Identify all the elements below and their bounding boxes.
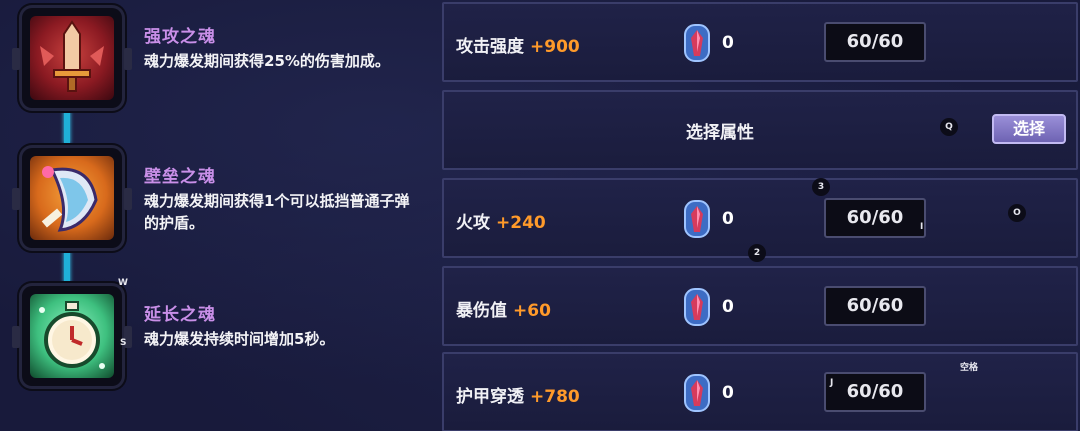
attribute-value: 60/60 (824, 198, 926, 238)
skill-name: 壁垒之魂 (144, 167, 216, 187)
skill-connector (64, 250, 70, 284)
crystal-icon (684, 24, 710, 62)
skill-description: 魂力爆发期间获得1个可以抵挡普通子弹的护盾。 (144, 192, 410, 232)
skill-icon-frame (12, 286, 132, 386)
attribute-bonus: +240 (496, 213, 546, 233)
crystal-count: 0 (722, 209, 734, 229)
attribute-label: 攻击强度 +900 (456, 32, 580, 57)
frame-tab (124, 48, 132, 70)
key-hint-3: 3 (812, 178, 830, 196)
skill-item-assault[interactable]: 强攻之魂 魂力爆发期间获得25%的伤害加成。 (12, 2, 424, 112)
skill-item-extend[interactable]: 延长之魂 魂力爆发持续时间增加5秒。 (12, 280, 424, 390)
shield-icon (30, 156, 114, 240)
attribute-panel: 攻击强度 +900 0 60/60 选择属性 选择 Q 火攻 +240 0 60… (432, 0, 1080, 431)
key-hint-o: O (1008, 204, 1026, 222)
attribute-label: 暴伤值 +60 (456, 296, 551, 321)
attribute-value: 60/60 (824, 372, 926, 412)
stopwatch-icon (30, 294, 114, 378)
key-hint-s: S (120, 338, 127, 348)
attribute-row-armor-pierce[interactable]: 护甲穿透 +780 0 60/60 J 空格 (442, 352, 1078, 431)
sword-icon (30, 16, 114, 100)
attribute-name: 护甲穿透 (456, 387, 524, 407)
frame-tab (12, 326, 20, 348)
key-hint-j: J (830, 378, 834, 388)
crystal-count: 0 (722, 297, 734, 317)
skill-icon-frame (12, 148, 132, 248)
frame-tab (124, 188, 132, 210)
game-screen: 强攻之魂 魂力爆发期间获得25%的伤害加成。 壁垒之魂 魂力爆发期间获得1个可以… (0, 0, 1080, 431)
attribute-bonus: +900 (530, 37, 580, 57)
attribute-row-crit-damage[interactable]: 暴伤值 +60 0 60/60 (442, 266, 1078, 346)
skill-icon-frame (12, 8, 132, 108)
crystal-count: 0 (722, 33, 734, 53)
frame-tab (12, 188, 20, 210)
attribute-value: 60/60 (824, 22, 926, 62)
attribute-name: 攻击强度 (456, 37, 524, 57)
attribute-select-row: 选择属性 选择 Q (442, 90, 1078, 170)
attribute-row-attack[interactable]: 攻击强度 +900 0 60/60 (442, 2, 1078, 82)
attribute-bonus: +780 (530, 387, 580, 407)
soul-skill-panel: 强攻之魂 魂力爆发期间获得25%的伤害加成。 壁垒之魂 魂力爆发期间获得1个可以… (0, 0, 430, 431)
skill-name: 强攻之魂 (144, 27, 216, 47)
attribute-label: 火攻 +240 (456, 208, 546, 233)
key-hint-q: Q (940, 118, 958, 136)
crystal-icon (684, 288, 710, 326)
key-hint-space: 空格 (960, 363, 979, 373)
crystal-count: 0 (722, 383, 734, 403)
attribute-name: 暴伤值 (456, 301, 507, 321)
skill-name: 延长之魂 (144, 305, 216, 325)
crystal-icon (684, 200, 710, 238)
key-hint-i: I (920, 222, 924, 232)
skill-item-bulwark[interactable]: 壁垒之魂 魂力爆发期间获得1个可以抵挡普通子弹的护盾。 (12, 142, 424, 252)
frame-tab (12, 48, 20, 70)
attribute-value: 60/60 (824, 286, 926, 326)
attribute-label: 护甲穿透 +780 (456, 382, 580, 407)
skill-connector (64, 110, 70, 144)
crystal-icon (684, 374, 710, 412)
attribute-name: 火攻 (456, 213, 490, 233)
select-attribute-prompt: 选择属性 (686, 123, 754, 143)
skill-description: 魂力爆发期间获得25%的伤害加成。 (144, 52, 390, 70)
attribute-bonus: +60 (513, 301, 551, 321)
select-button[interactable]: 选择 (992, 114, 1066, 144)
key-hint-w: W (118, 278, 128, 288)
attribute-row-fire[interactable]: 火攻 +240 0 60/60 3 O I 2 (442, 178, 1078, 262)
skill-description: 魂力爆发持续时间增加5秒。 (144, 330, 335, 348)
key-hint-2: 2 (748, 244, 766, 262)
